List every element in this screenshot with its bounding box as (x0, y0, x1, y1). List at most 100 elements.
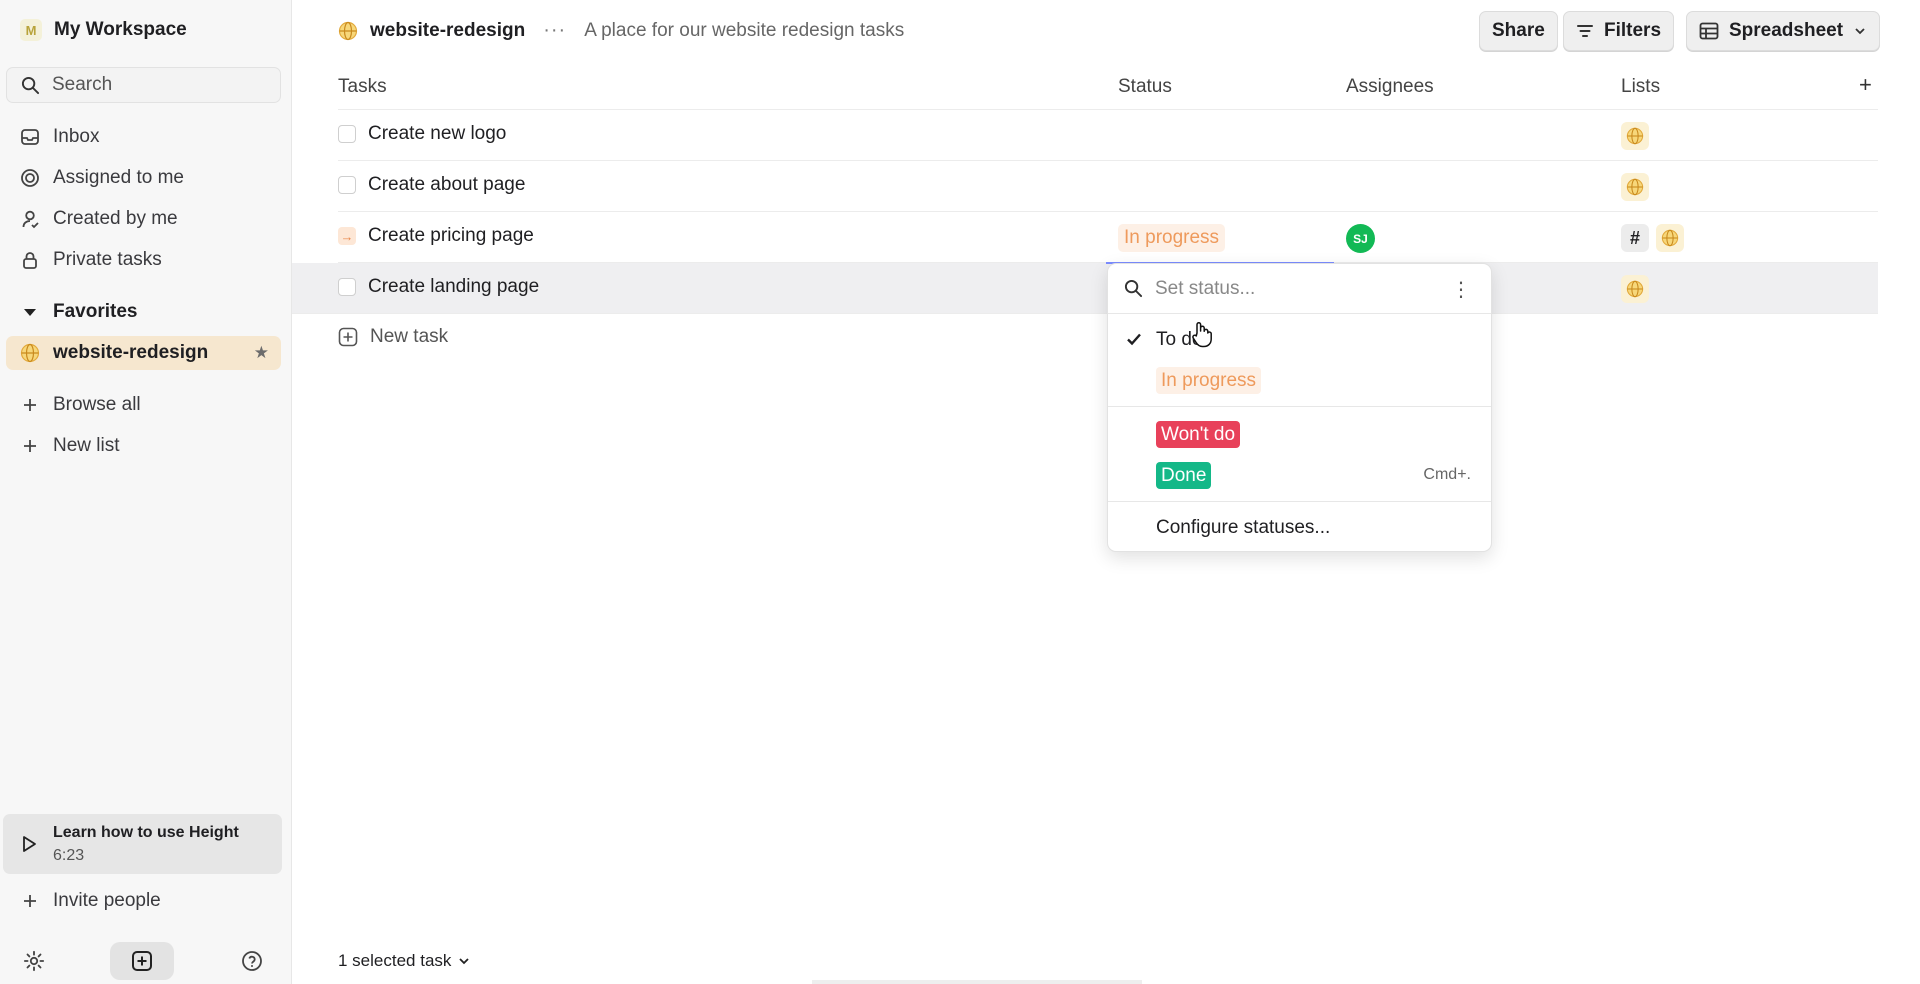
chevron-down-icon (459, 958, 470, 965)
share-button[interactable]: Share (1479, 11, 1558, 51)
hand-cursor-icon (1192, 321, 1212, 348)
learn-duration: 6:23 (53, 846, 85, 864)
new-list-button[interactable]: New list (6, 429, 281, 463)
browse-all-button[interactable]: Browse all (6, 388, 281, 422)
project-header: website-redesign ··· A place for our web… (338, 19, 904, 42)
new-task-button[interactable]: New task (338, 326, 448, 348)
vertical-dots-icon[interactable]: ⋮ (1451, 277, 1471, 302)
task-checkbox[interactable] (338, 278, 356, 296)
invite-people-button[interactable]: Invite people (6, 884, 281, 918)
plus-icon (24, 399, 36, 411)
in-progress-checkbox-icon[interactable]: → (338, 227, 356, 245)
table-header: Tasks Status Assignees Lists + (338, 72, 1878, 110)
task-name[interactable]: Create pricing page (368, 225, 534, 247)
person-icon (22, 210, 39, 229)
status-option-label: Won't do (1156, 421, 1241, 448)
globe-icon (338, 21, 358, 40)
project-name[interactable]: website-redesign (370, 20, 525, 42)
topbar: website-redesign ··· A place for our web… (292, 0, 1920, 60)
task-cell: Create about page (338, 174, 525, 196)
browse-all-label: Browse all (53, 394, 141, 415)
lock-icon (23, 252, 37, 269)
table-row-selected[interactable]: Create landing page (292, 263, 1878, 314)
help-button[interactable] (238, 942, 266, 980)
add-column-button[interactable]: + (1859, 72, 1872, 98)
sidebar-item-assigned[interactable]: Assigned to me (6, 161, 281, 195)
list-badge[interactable] (1621, 275, 1649, 303)
filters-label: Filters (1604, 20, 1662, 41)
sidebar-item-label: Created by me (53, 208, 178, 229)
selection-label: 1 selected task (338, 951, 452, 970)
divider (1108, 501, 1491, 502)
list-badge[interactable] (1621, 122, 1649, 150)
filter-icon (1577, 25, 1593, 37)
globe-icon (1661, 229, 1679, 247)
globe-icon (1626, 280, 1644, 298)
add-square-icon (338, 327, 358, 347)
task-cell: Create landing page (338, 276, 539, 298)
status-option-todo[interactable]: To do (1108, 320, 1491, 358)
globe-icon (1626, 127, 1644, 145)
sidebar-item-private[interactable]: Private tasks (6, 243, 281, 277)
workspace-switcher[interactable]: M My Workspace (20, 18, 187, 42)
new-task-label: New task (370, 326, 449, 347)
settings-button[interactable] (20, 942, 48, 980)
play-icon (23, 836, 36, 852)
sidebar-item-label: Inbox (53, 126, 100, 147)
task-checkbox[interactable] (338, 176, 356, 194)
project-description[interactable]: A place for our website redesign tasks (584, 20, 904, 42)
status-badge[interactable]: In progress (1118, 224, 1226, 252)
status-option-wont-do[interactable]: Won't do (1108, 415, 1491, 453)
new-task-quick-button[interactable] (110, 942, 174, 980)
configure-statuses-button[interactable]: Configure statuses... (1156, 517, 1330, 539)
search-label: Search (52, 74, 113, 95)
invite-label: Invite people (53, 890, 161, 911)
status-search-input[interactable]: Set status... ⋮ (1108, 264, 1491, 314)
learn-video-card[interactable]: Learn how to use Height 6:23 (3, 814, 282, 874)
sidebar-item-label: Private tasks (53, 249, 162, 270)
favorites-header[interactable]: Favorites (6, 295, 281, 329)
sidebar-item-website-redesign[interactable]: website-redesign ★ (6, 336, 281, 370)
table-row[interactable]: → Create pricing page In progress SJ # (338, 212, 1878, 263)
task-name[interactable]: Create about page (368, 174, 525, 196)
task-name[interactable]: Create landing page (368, 276, 539, 298)
sidebar-item-created[interactable]: Created by me (6, 202, 281, 236)
star-icon[interactable]: ★ (254, 343, 269, 363)
assignee-avatar[interactable]: SJ (1346, 224, 1375, 253)
sidebar: M My Workspace Search Inbox Assigned to … (0, 0, 292, 984)
list-badge[interactable] (1656, 224, 1684, 252)
column-lists[interactable]: Lists (1621, 76, 1660, 98)
hash-list-icon[interactable]: # (1621, 224, 1649, 252)
sidebar-item-inbox[interactable]: Inbox (6, 120, 281, 154)
filters-button[interactable]: Filters (1563, 11, 1675, 51)
table-row[interactable]: Create about page (338, 161, 1878, 212)
status-search-placeholder: Set status... (1155, 277, 1256, 299)
help-icon (242, 951, 262, 971)
status-dropdown: Set status... ⋮ To do In progress Won't … (1107, 263, 1492, 552)
task-name[interactable]: Create new logo (368, 123, 506, 145)
target-icon (21, 169, 39, 187)
more-options-icon[interactable]: ··· (543, 19, 566, 42)
view-switcher-button[interactable]: Spreadsheet (1686, 11, 1881, 51)
task-cell: → Create pricing page (338, 225, 534, 247)
share-label: Share (1492, 20, 1545, 41)
plus-icon (24, 440, 36, 452)
sidebar-item-label: website-redesign (53, 342, 209, 363)
sidebar-search[interactable]: Search (6, 67, 281, 103)
workspace-avatar: M (20, 19, 42, 41)
table-icon (1699, 22, 1719, 40)
table-row[interactable]: Create new logo (338, 110, 1878, 161)
inbox-icon (21, 129, 39, 145)
task-cell: Create new logo (338, 123, 506, 145)
column-assignees[interactable]: Assignees (1346, 76, 1434, 98)
selection-summary[interactable]: 1 selected task (338, 951, 471, 971)
status-option-done[interactable]: Done Cmd+. (1108, 456, 1491, 494)
list-badge[interactable] (1621, 173, 1649, 201)
learn-title: Learn how to use Height (53, 823, 239, 841)
column-tasks[interactable]: Tasks (338, 76, 387, 98)
main-area: website-redesign ··· A place for our web… (292, 0, 1920, 984)
status-option-in-progress[interactable]: In progress (1108, 361, 1491, 399)
task-checkbox[interactable] (338, 125, 356, 143)
new-list-label: New list (53, 435, 120, 456)
column-status[interactable]: Status (1118, 76, 1172, 98)
